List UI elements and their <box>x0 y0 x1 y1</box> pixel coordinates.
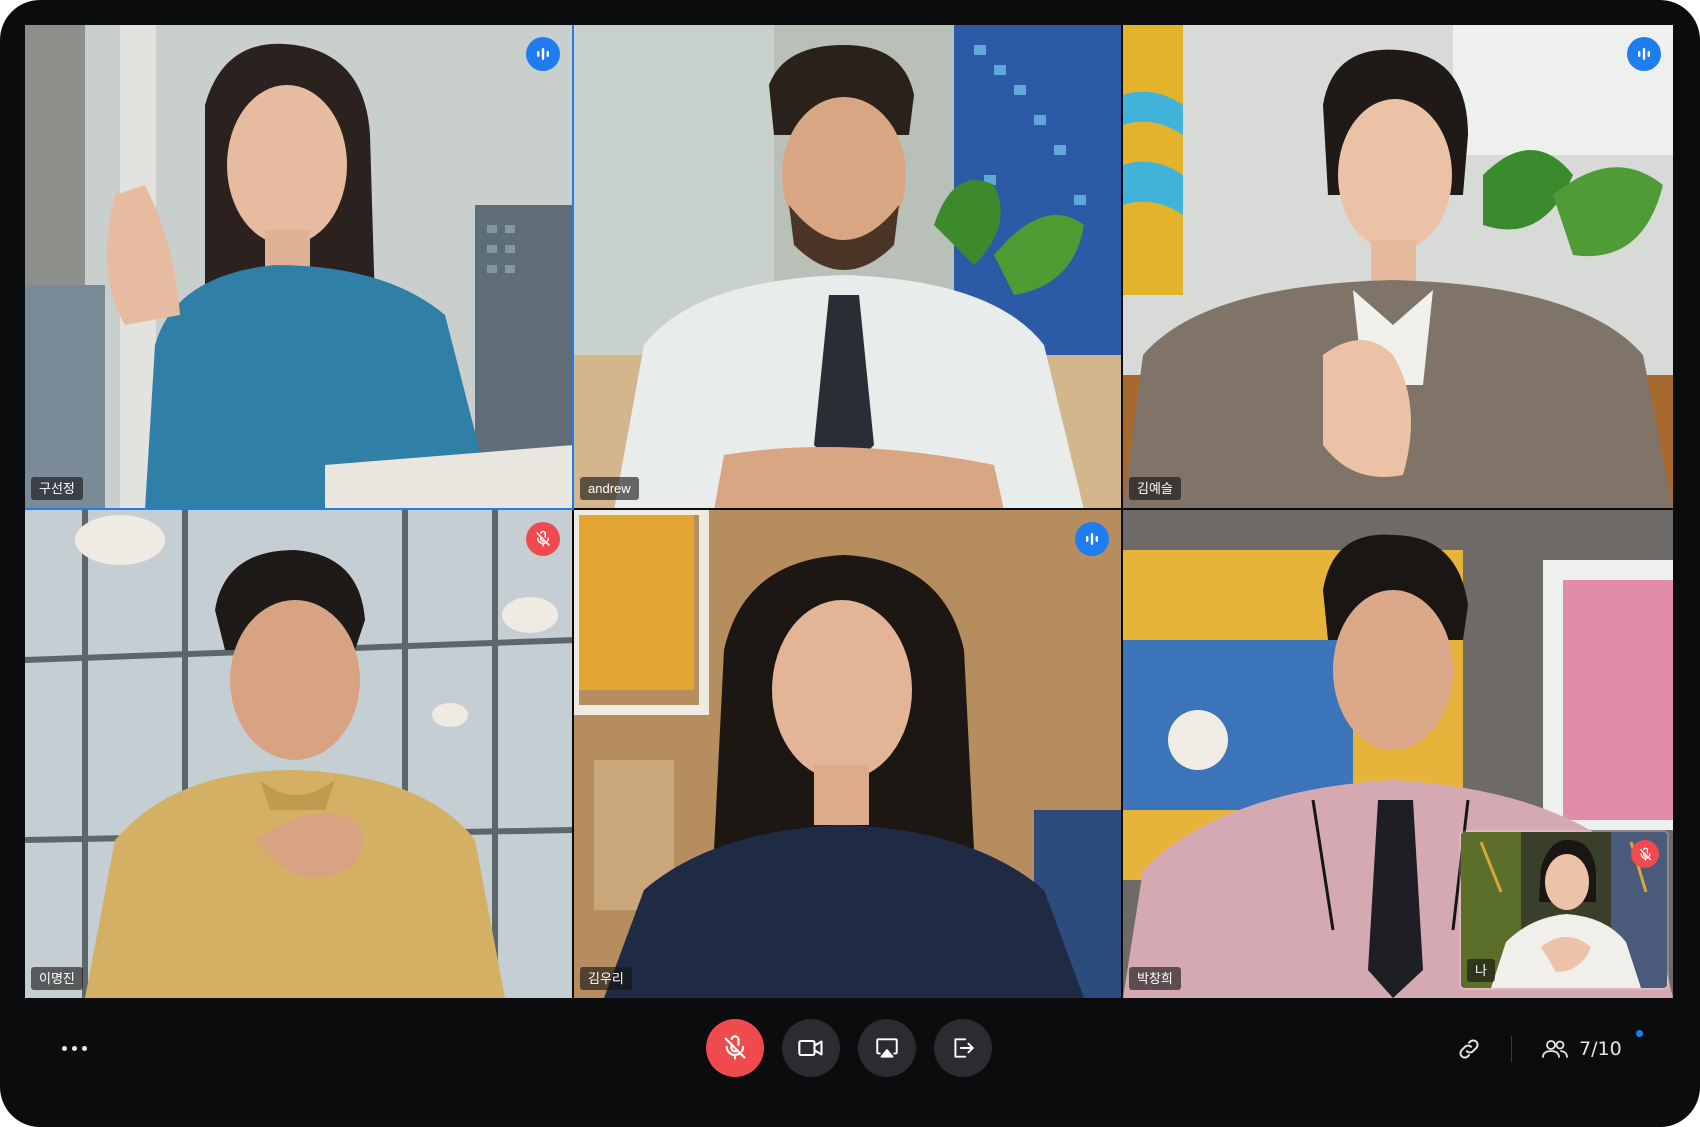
participant-name: 김우리 <box>580 967 632 990</box>
participant-tile-5[interactable]: 김우리 <box>574 510 1123 998</box>
participant-count: 7/10 <box>1579 1038 1622 1060</box>
microphone-toggle-button[interactable] <box>706 1019 764 1077</box>
airplay-icon <box>876 1038 898 1058</box>
video-feed <box>574 510 1121 998</box>
participant-name: 이명진 <box>31 967 83 990</box>
participant-tile-6[interactable]: 박창희 나 <box>1123 510 1673 998</box>
speaking-icon <box>537 48 549 60</box>
people-icon <box>1542 1040 1568 1058</box>
speaking-indicator <box>1075 522 1109 556</box>
video-grid: 구선정 andrew 김예슬 이명진 김우리 박창희 나 <box>25 25 1673 998</box>
video-feed <box>25 25 572 508</box>
notification-dot <box>1636 1030 1643 1037</box>
mic-off-icon <box>536 530 550 547</box>
video-feed <box>1123 25 1673 508</box>
video-feed <box>25 510 572 998</box>
mic-off-icon <box>1639 847 1651 861</box>
speaking-icon <box>1086 533 1098 545</box>
muted-indicator <box>526 522 560 556</box>
toolbar-divider <box>1511 1036 1512 1062</box>
participant-tile-2[interactable]: andrew <box>574 25 1123 510</box>
mic-off-icon <box>724 1035 746 1060</box>
self-name: 나 <box>1467 959 1495 982</box>
speaking-indicator <box>526 37 560 71</box>
self-view[interactable]: 나 <box>1459 830 1669 990</box>
video-feed <box>574 25 1121 508</box>
control-bar: 7/10 <box>0 998 1700 1098</box>
speaking-icon <box>1638 48 1650 60</box>
participant-tile-3[interactable]: 김예슬 <box>1123 25 1673 510</box>
participants-button[interactable]: 7/10 <box>1541 1034 1622 1064</box>
self-muted-indicator <box>1631 840 1659 868</box>
speaking-indicator <box>1627 37 1661 71</box>
participant-name: 박창희 <box>1129 967 1181 990</box>
meeting-window: 구선정 andrew 김예슬 이명진 김우리 박창희 나 7/10 <box>0 0 1700 1127</box>
participant-name: andrew <box>580 477 639 500</box>
screen-share-button[interactable] <box>858 1019 916 1077</box>
participant-tile-1[interactable]: 구선정 <box>25 25 574 510</box>
exit-icon <box>954 1038 974 1058</box>
camera-toggle-button[interactable] <box>782 1019 840 1077</box>
link-icon <box>1459 1039 1479 1059</box>
participant-name: 김예슬 <box>1129 477 1181 500</box>
more-options-button[interactable] <box>60 1043 90 1053</box>
participant-name: 구선정 <box>31 477 83 500</box>
leave-meeting-button[interactable] <box>934 1019 992 1077</box>
participant-tile-4[interactable]: 이명진 <box>25 510 574 998</box>
video-icon <box>798 1039 823 1057</box>
copy-link-button[interactable] <box>1456 1036 1482 1062</box>
